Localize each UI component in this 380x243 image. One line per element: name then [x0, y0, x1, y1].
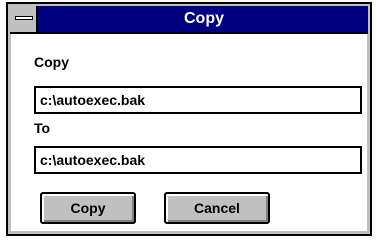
copy-from-input[interactable] [34, 86, 362, 114]
copy-to-label: To [34, 120, 51, 136]
copy-to-input[interactable] [34, 146, 362, 174]
system-menu-icon [15, 16, 33, 20]
window-title: Copy [184, 10, 224, 27]
copy-button[interactable]: Copy [40, 192, 136, 224]
copy-dialog: Copy Copy To Copy Cancel [6, 2, 372, 236]
system-menu-button[interactable] [10, 6, 38, 32]
copy-from-label: Copy [34, 54, 69, 70]
title-bar: Copy [10, 6, 368, 34]
cancel-button[interactable]: Cancel [164, 192, 270, 224]
